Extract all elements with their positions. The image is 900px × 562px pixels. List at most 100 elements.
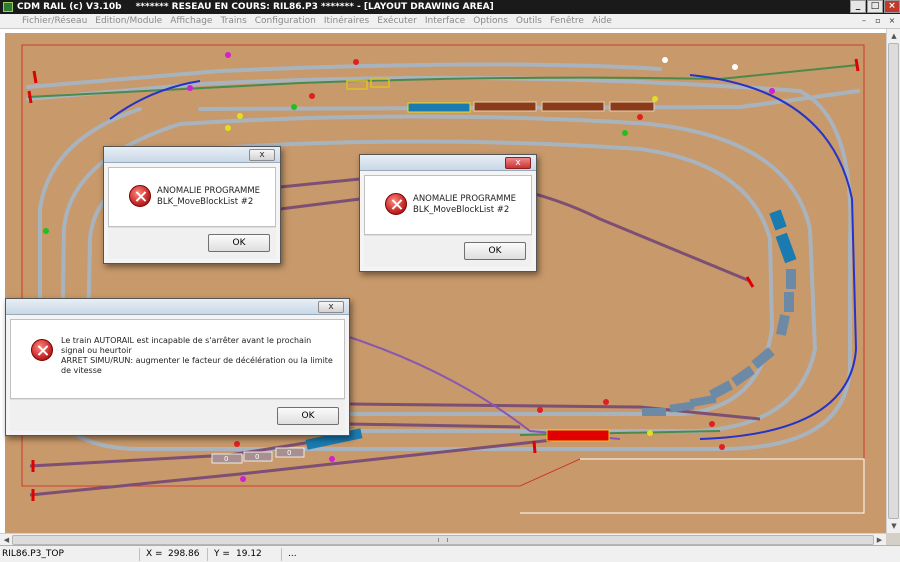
error-dialog-autorail[interactable]: x Le train AUTORAIL est incapable de s'a… bbox=[5, 298, 350, 436]
error-icon bbox=[129, 185, 151, 207]
dialog-footer: OK bbox=[108, 227, 276, 259]
horizontal-scrollbar[interactable]: ◀ ▶ bbox=[0, 533, 886, 545]
dialog-message: Le train AUTORAIL est incapable de s'arr… bbox=[61, 336, 333, 375]
close-button[interactable]: × bbox=[884, 0, 900, 13]
dialog-close-button[interactable]: x bbox=[249, 149, 275, 161]
menu-bar: Fichier/Réseau Edition/Module Affichage … bbox=[0, 14, 900, 29]
error-dialog-1[interactable]: x ANOMALIE PROGRAMME BLK_MoveBlockList #… bbox=[103, 146, 281, 264]
menu-aide[interactable]: Aide bbox=[588, 16, 616, 26]
status-file: RIL86.P3_TOP bbox=[0, 548, 140, 561]
app-title: CDM RAIL (c) V3.10b bbox=[17, 2, 122, 12]
title-bar: CDM RAIL (c) V3.10b ******* RESEAU EN CO… bbox=[0, 0, 900, 14]
signal-icon[interactable] bbox=[309, 93, 315, 99]
signal-icon[interactable] bbox=[622, 130, 628, 136]
wagon-label: 0 bbox=[224, 455, 228, 463]
buffer-stop[interactable] bbox=[27, 90, 33, 104]
mdi-minimize-button[interactable]: – bbox=[858, 15, 870, 27]
dialog-message: ANOMALIE PROGRAMME BLK_MoveBlockList #2 bbox=[413, 194, 517, 215]
signal-icon[interactable] bbox=[329, 456, 335, 462]
dialog-title-bar[interactable]: x bbox=[6, 299, 349, 315]
menu-options[interactable]: Options bbox=[469, 16, 512, 26]
locomotive-blue[interactable] bbox=[407, 102, 471, 113]
scroll-left-icon[interactable]: ◀ bbox=[1, 535, 12, 545]
vertical-scrollbar[interactable]: ▲ ▼ bbox=[886, 29, 900, 533]
menu-itineraires[interactable]: Itinéraires bbox=[320, 16, 373, 26]
buffer-stop[interactable] bbox=[32, 70, 38, 84]
signal-icon[interactable] bbox=[187, 85, 193, 91]
menu-executer[interactable]: Exécuter bbox=[373, 16, 421, 26]
error-dialog-2[interactable]: x ANOMALIE PROGRAMME BLK_MoveBlockList #… bbox=[359, 154, 537, 272]
buffer-stop[interactable] bbox=[854, 58, 860, 72]
status-bar: RIL86.P3_TOP X = 298.86 Y = 19.12 ... bbox=[0, 545, 900, 562]
status-extra: ... bbox=[288, 549, 297, 559]
signal-icon[interactable] bbox=[732, 64, 738, 70]
scroll-right-icon[interactable]: ▶ bbox=[874, 535, 885, 545]
mdi-controls: – ▫ × bbox=[856, 15, 898, 27]
ok-button[interactable]: OK bbox=[208, 234, 270, 252]
menu-interface[interactable]: Interface bbox=[421, 16, 469, 26]
dialog-close-button[interactable]: x bbox=[505, 157, 531, 169]
status-x-label: X = bbox=[146, 549, 163, 559]
scroll-up-icon[interactable]: ▲ bbox=[888, 30, 900, 42]
signal-icon[interactable] bbox=[603, 399, 609, 405]
wagon-label: 0 bbox=[287, 449, 291, 457]
train-slate-car[interactable] bbox=[784, 292, 794, 312]
train-slate-car[interactable] bbox=[642, 408, 666, 416]
signal-icon[interactable] bbox=[43, 228, 49, 234]
layout-canvas[interactable]: 0 0 0 bbox=[0, 29, 886, 533]
menu-configuration[interactable]: Configuration bbox=[251, 16, 320, 26]
wagon-brown[interactable] bbox=[541, 101, 605, 112]
dialog-footer: OK bbox=[364, 235, 532, 267]
minimize-button[interactable]: _ bbox=[850, 0, 866, 13]
dialog-close-button[interactable]: x bbox=[318, 301, 344, 313]
signal-icon[interactable] bbox=[225, 52, 231, 58]
signal-icon[interactable] bbox=[537, 407, 543, 413]
wagon-label: 0 bbox=[255, 453, 259, 461]
buffer-stop[interactable] bbox=[532, 440, 537, 454]
mdi-close-button[interactable]: × bbox=[886, 15, 898, 27]
signal-icon[interactable] bbox=[719, 444, 725, 450]
status-y-value: 19.12 bbox=[234, 548, 282, 561]
signal-icon[interactable] bbox=[709, 421, 715, 427]
train-red-autorail[interactable] bbox=[546, 429, 610, 442]
horizontal-scroll-thumb[interactable] bbox=[12, 535, 874, 545]
signal-icon[interactable] bbox=[225, 125, 231, 131]
vertical-scroll-thumb[interactable] bbox=[888, 43, 899, 519]
menu-fenetre[interactable]: Fenêtre bbox=[546, 16, 588, 26]
menu-edition[interactable]: Edition/Module bbox=[91, 16, 166, 26]
layout-drawing-area[interactable]: 0 0 0 bbox=[0, 29, 900, 533]
signal-icon[interactable] bbox=[234, 441, 240, 447]
signal-icon[interactable] bbox=[637, 114, 643, 120]
window-controls: _ □ × bbox=[849, 0, 900, 14]
dialog-body: ANOMALIE PROGRAMME BLK_MoveBlockList #2 bbox=[108, 167, 276, 227]
document-title: ******* RESEAU EN COURS: RIL86.P3 ******… bbox=[135, 2, 494, 12]
signal-icon[interactable] bbox=[769, 88, 775, 94]
signal-icon[interactable] bbox=[353, 59, 359, 65]
signal-icon[interactable] bbox=[652, 96, 658, 102]
ok-button[interactable]: OK bbox=[464, 242, 526, 260]
signal-icon[interactable] bbox=[240, 476, 246, 482]
scroll-down-icon[interactable]: ▼ bbox=[888, 520, 900, 532]
signal-icon[interactable] bbox=[647, 430, 653, 436]
dialog-footer: OK bbox=[10, 399, 345, 431]
status-y-label: Y = bbox=[214, 549, 230, 559]
dialog-message: ANOMALIE PROGRAMME BLK_MoveBlockList #2 bbox=[157, 186, 261, 207]
wagon-brown[interactable] bbox=[609, 101, 655, 112]
menu-affichage[interactable]: Affichage bbox=[166, 16, 216, 26]
cdm-rail-window: CDM RAIL (c) V3.10b ******* RESEAU EN CO… bbox=[0, 0, 900, 562]
menu-fichier[interactable]: Fichier/Réseau bbox=[2, 16, 91, 26]
error-icon bbox=[31, 339, 53, 361]
mdi-restore-button[interactable]: ▫ bbox=[872, 15, 884, 27]
ok-button[interactable]: OK bbox=[277, 407, 339, 425]
wagon-brown[interactable] bbox=[473, 101, 537, 112]
maximize-button[interactable]: □ bbox=[867, 0, 883, 13]
status-x-value: 298.86 bbox=[166, 548, 208, 561]
train-slate-car[interactable] bbox=[786, 269, 796, 289]
signal-icon[interactable] bbox=[237, 113, 243, 119]
signal-icon[interactable] bbox=[291, 104, 297, 110]
dialog-title-bar[interactable]: x bbox=[104, 147, 280, 163]
dialog-title-bar[interactable]: x bbox=[360, 155, 536, 171]
menu-outils[interactable]: Outils bbox=[512, 16, 546, 26]
signal-icon[interactable] bbox=[662, 57, 668, 63]
menu-trains[interactable]: Trains bbox=[216, 16, 250, 26]
